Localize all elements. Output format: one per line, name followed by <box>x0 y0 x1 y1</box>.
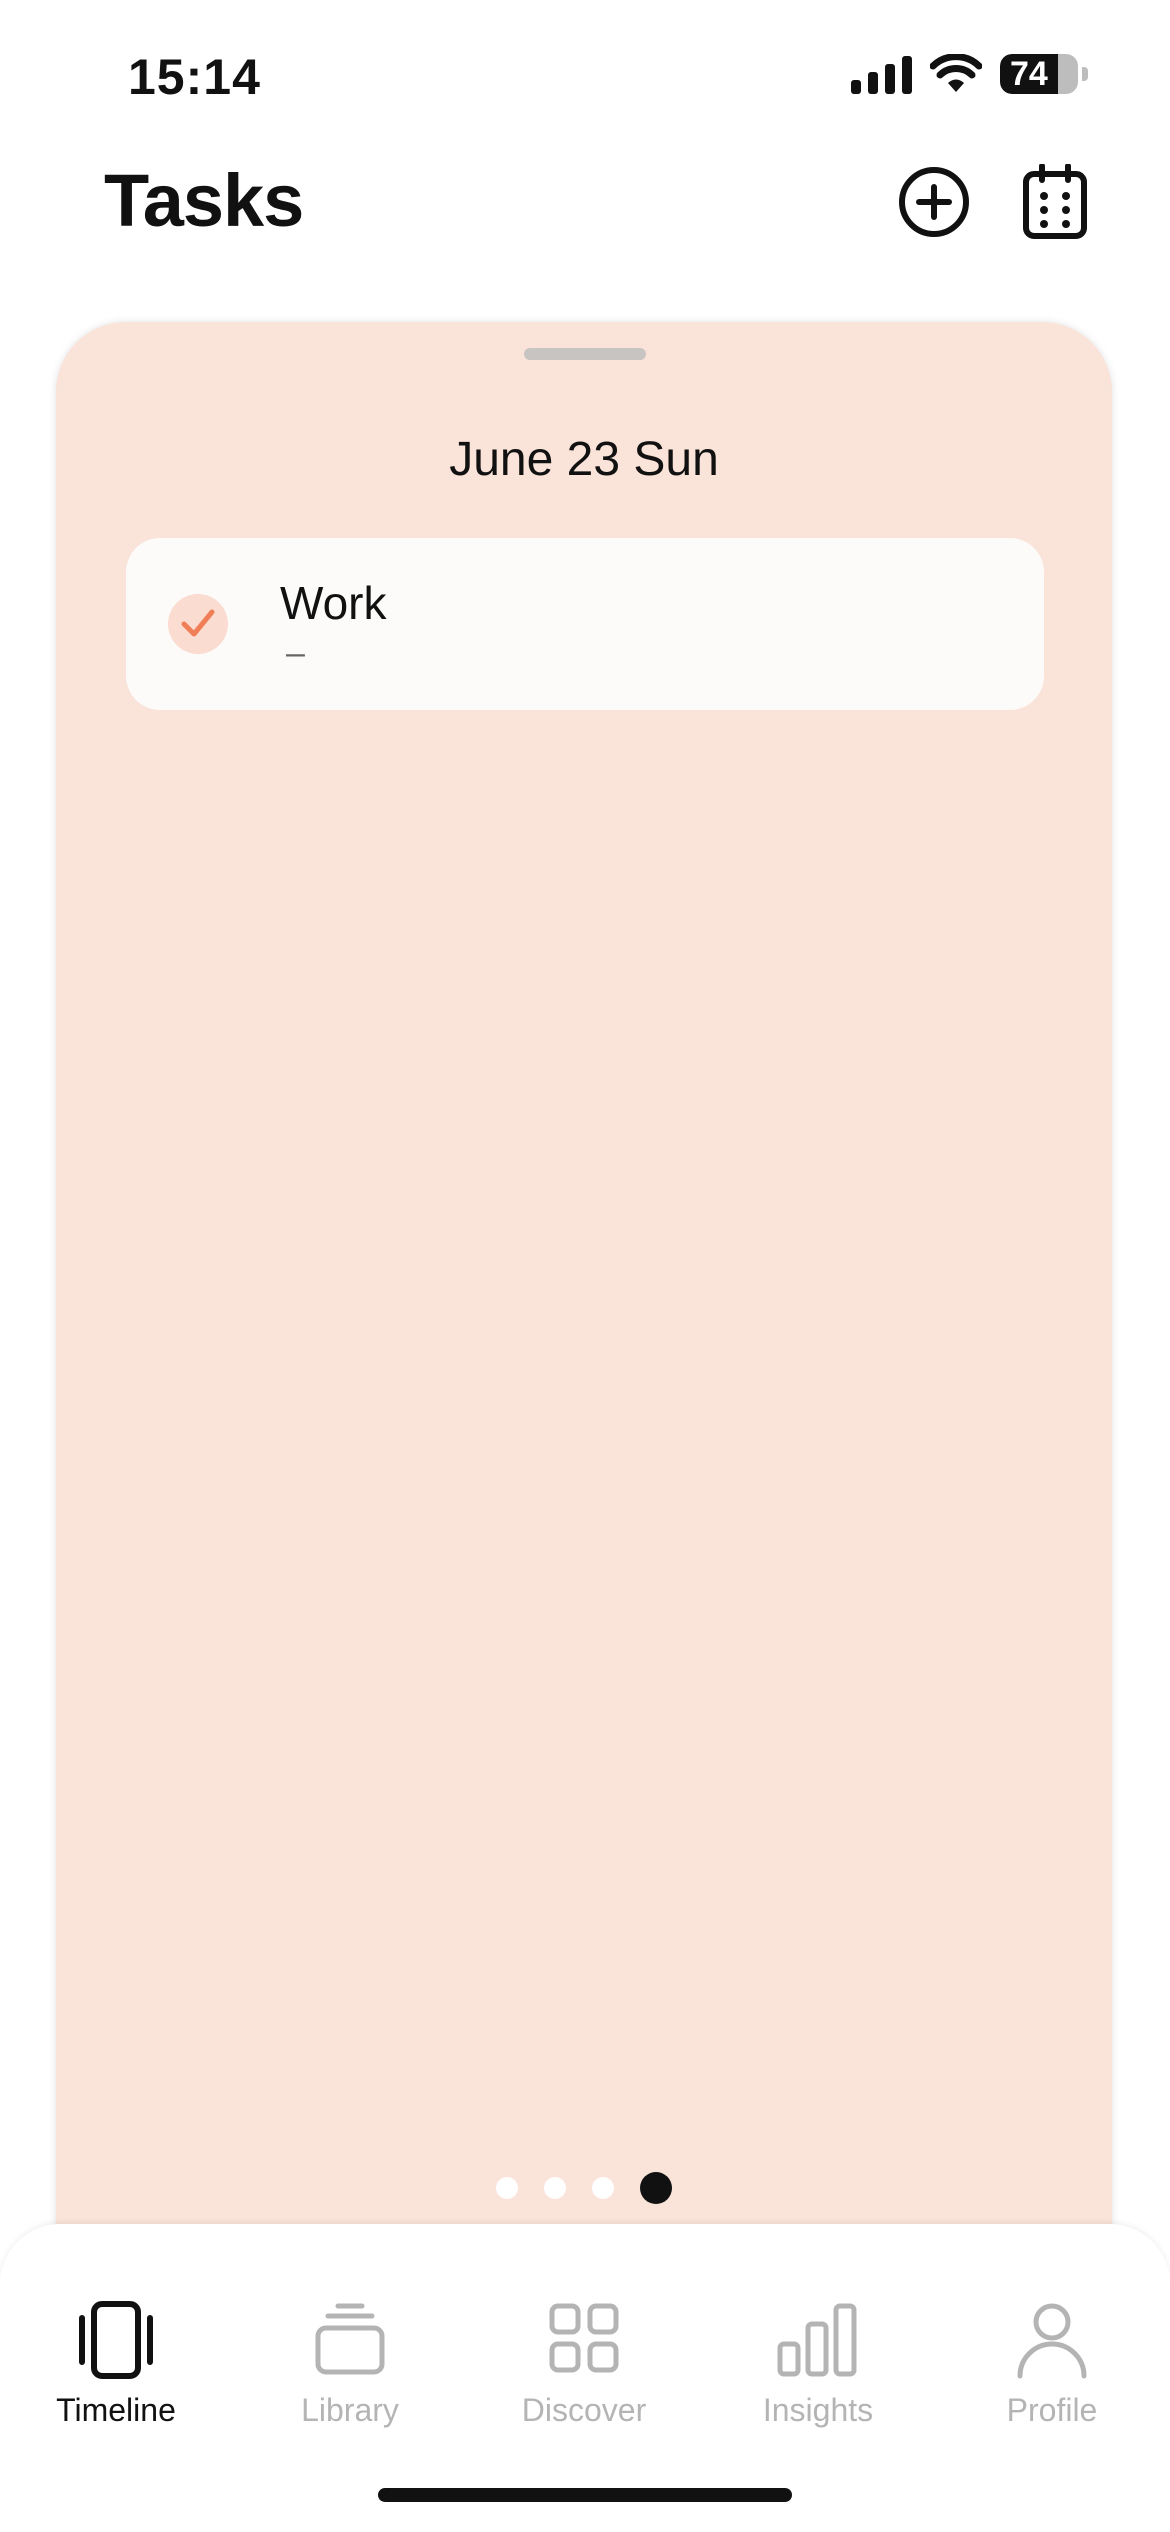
page-indicator <box>56 2172 1112 2204</box>
home-indicator[interactable] <box>378 2488 792 2502</box>
page-dot[interactable] <box>592 2177 614 2199</box>
tab-timeline[interactable]: Timeline <box>6 2300 226 2429</box>
page-dot[interactable] <box>496 2177 518 2199</box>
timeline-icon <box>79 2301 153 2379</box>
task-item[interactable]: Work – <box>126 538 1044 710</box>
tab-library[interactable]: Library <box>240 2300 460 2429</box>
cellular-signal-icon <box>851 54 912 94</box>
task-subtitle: – <box>286 634 305 672</box>
task-title: Work <box>280 577 387 629</box>
tab-label-profile: Profile <box>1006 2392 1098 2428</box>
status-time: 15:14 <box>128 49 261 105</box>
library-icon <box>315 2303 385 2375</box>
tab-label-library: Library <box>301 2392 399 2428</box>
plus-circle-icon <box>899 167 969 237</box>
checkmark-icon <box>181 609 215 637</box>
battery-icon: 74 <box>1000 54 1078 94</box>
page-title: Tasks <box>104 159 304 242</box>
insights-icon <box>777 2303 857 2377</box>
tab-label-insights: Insights <box>762 2392 874 2428</box>
battery-nub <box>1082 67 1088 81</box>
add-task-button[interactable] <box>896 164 972 240</box>
tab-insights[interactable]: Insights <box>708 2300 928 2429</box>
page-dot[interactable] <box>544 2177 566 2199</box>
tab-label-discover: Discover <box>521 2392 647 2428</box>
tab-label-timeline: Timeline <box>56 2392 176 2428</box>
tab-profile[interactable]: Profile <box>942 2300 1162 2429</box>
wifi-icon <box>930 54 982 92</box>
task-checkbox[interactable] <box>168 594 228 654</box>
profile-icon <box>1017 2303 1087 2379</box>
tab-discover[interactable]: Discover <box>474 2300 694 2429</box>
status-icons: 74 <box>851 54 1088 94</box>
timeline-card[interactable]: June 23 Sun Work – <box>56 322 1112 2282</box>
card-date: June 23 Sun <box>449 433 719 486</box>
battery-level: 74 <box>1010 54 1048 93</box>
drag-handle[interactable] <box>524 348 646 360</box>
calendar-icon <box>1023 163 1087 239</box>
calendar-button[interactable] <box>1022 163 1098 240</box>
screen: 15:14 74 Tasks June 23 Sun Work – Timeli… <box>0 0 1170 2532</box>
page-dot-active[interactable] <box>640 2172 672 2204</box>
tab-bar: Timeline Library Discover Insights Profi… <box>0 2224 1170 2532</box>
discover-icon <box>549 2303 619 2373</box>
